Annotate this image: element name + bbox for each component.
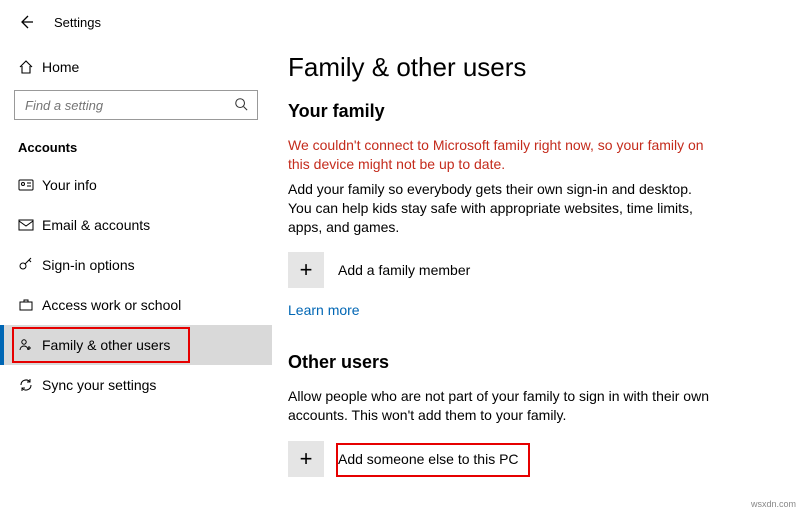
sidebar-item-email[interactable]: Email & accounts: [0, 205, 272, 245]
people-icon: [18, 337, 42, 353]
family-heading: Your family: [288, 101, 770, 122]
main-content: Family & other users Your family We coul…: [272, 44, 800, 511]
nav-label: Email & accounts: [42, 217, 150, 233]
sidebar-item-family[interactable]: Family & other users: [0, 325, 272, 365]
home-icon: [18, 59, 42, 75]
add-other-row[interactable]: + Add someone else to this PC: [288, 441, 770, 477]
add-other-text: Add someone else to this PC: [338, 451, 519, 467]
family-desc: Add your family so everybody gets their …: [288, 180, 718, 237]
add-family-row[interactable]: + Add a family member: [288, 252, 770, 288]
window-title: Settings: [54, 15, 101, 30]
sidebar-item-signin[interactable]: Sign-in options: [0, 245, 272, 285]
learn-more-link[interactable]: Learn more: [288, 302, 360, 318]
sidebar-home[interactable]: Home: [0, 50, 272, 84]
add-other-label: Add someone else to this PC: [338, 451, 519, 467]
sync-icon: [18, 377, 42, 393]
sidebar-item-work[interactable]: Access work or school: [0, 285, 272, 325]
nav-label: Your info: [42, 177, 97, 193]
nav-label: Sync your settings: [42, 377, 156, 393]
sidebar: Home Accounts Your info Email & accounts: [0, 44, 272, 511]
plus-icon[interactable]: +: [288, 252, 324, 288]
mail-icon: [18, 217, 42, 233]
person-card-icon: [18, 177, 42, 193]
sidebar-item-your-info[interactable]: Your info: [0, 165, 272, 205]
back-icon[interactable]: [18, 14, 34, 30]
search-input[interactable]: [14, 90, 258, 120]
nav-label: Access work or school: [42, 297, 181, 313]
nav-label: Sign-in options: [42, 257, 135, 273]
page-title: Family & other users: [288, 52, 770, 83]
section-heading: Accounts: [0, 120, 272, 165]
family-error: We couldn't connect to Microsoft family …: [288, 136, 718, 174]
home-label: Home: [42, 59, 79, 75]
other-desc: Allow people who are not part of your fa…: [288, 387, 718, 425]
watermark: wsxdn.com: [751, 499, 796, 509]
briefcase-icon: [18, 297, 42, 313]
search-container: [14, 90, 258, 120]
search-icon: [234, 97, 248, 111]
sidebar-item-sync[interactable]: Sync your settings: [0, 365, 272, 405]
add-family-label: Add a family member: [338, 262, 470, 278]
other-heading: Other users: [288, 352, 770, 373]
nav-label: Family & other users: [42, 337, 170, 353]
key-icon: [18, 257, 42, 273]
plus-icon[interactable]: +: [288, 441, 324, 477]
